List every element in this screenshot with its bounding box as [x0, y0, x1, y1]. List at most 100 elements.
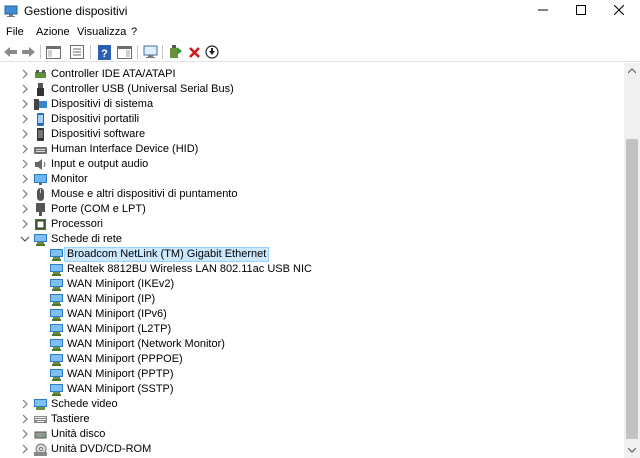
- tree-category-ide[interactable]: Controller IDE ATA/ATAPI: [0, 67, 620, 82]
- network-adapter-item[interactable]: WAN Miniport (Network Monitor): [0, 337, 620, 352]
- portable-device-icon: [34, 113, 47, 126]
- tree-category-label: Mouse e altri dispositivi di puntamento: [51, 188, 238, 200]
- speaker-icon: [34, 158, 47, 171]
- chevron-down-icon[interactable]: [20, 234, 30, 244]
- tree-category-keyboards[interactable]: Tastiere: [0, 412, 620, 427]
- mouse-icon: [34, 188, 47, 201]
- help-icon[interactable]: ?: [96, 44, 112, 60]
- enable-device-icon[interactable]: [168, 44, 184, 60]
- network-adapter-item[interactable]: WAN Miniport (PPTP): [0, 367, 620, 382]
- chevron-right-icon[interactable]: [20, 429, 30, 439]
- display-adapter-icon: [34, 398, 47, 411]
- chevron-right-icon[interactable]: [20, 174, 30, 184]
- network-adapter-item[interactable]: WAN Miniport (PPPOE): [0, 352, 620, 367]
- chevron-right-icon[interactable]: [20, 159, 30, 169]
- tree-category-portable-devices[interactable]: Dispositivi portatili: [0, 112, 620, 127]
- software-device-icon: [34, 128, 47, 141]
- tree-category-dvd-drives[interactable]: Unità DVD/CD-ROM: [0, 442, 620, 457]
- network-adapter-icon: [50, 353, 63, 366]
- chevron-up-icon: [627, 65, 637, 77]
- tree-category-label: Unità disco: [51, 428, 106, 440]
- tree-category-display-adapters[interactable]: Schede video: [0, 397, 620, 412]
- chevron-right-icon[interactable]: [20, 444, 30, 454]
- chevron-right-icon[interactable]: [20, 189, 30, 199]
- chevron-right-icon[interactable]: [20, 204, 30, 214]
- chevron-right-icon[interactable]: [20, 414, 30, 424]
- tree-category-audio[interactable]: Input e output audio: [0, 157, 620, 172]
- chevron-right-icon[interactable]: [20, 144, 30, 154]
- menu-file[interactable]: File: [6, 26, 24, 38]
- chevron-right-icon[interactable]: [20, 399, 30, 409]
- tree-category-label: Porte (COM e LPT): [51, 203, 146, 215]
- scroll-down-button[interactable]: [624, 442, 640, 458]
- monitor-icon: [34, 173, 47, 186]
- tree-category-processors[interactable]: Processori: [0, 217, 620, 232]
- network-adapter-label: WAN Miniport (IPv6): [67, 308, 167, 320]
- tree-category-system-devices[interactable]: Dispositivi di sistema: [0, 97, 620, 112]
- title-bar[interactable]: Gestione dispositivi: [0, 0, 640, 22]
- network-adapter-icon: [50, 308, 63, 321]
- tree-category-label: Dispositivi portatili: [51, 113, 140, 125]
- network-adapter-item[interactable]: WAN Miniport (L2TP): [0, 322, 620, 337]
- tree-category-label: Human Interface Device (HID): [51, 143, 199, 155]
- tree-category-monitor[interactable]: Monitor: [0, 172, 620, 187]
- menu-bar: File Azione Visualizza ?: [0, 24, 640, 42]
- port-icon: [34, 203, 47, 216]
- ide-controller-icon: [34, 68, 47, 81]
- tree-category-label: Processori: [51, 218, 103, 230]
- close-icon: [613, 4, 625, 18]
- network-adapter-label: Realtek 8812BU Wireless LAN 802.11ac USB…: [67, 263, 312, 275]
- close-button[interactable]: [596, 0, 640, 22]
- tree-category-label: Controller USB (Universal Serial Bus): [51, 83, 234, 95]
- scroll-thumb[interactable]: [626, 139, 638, 439]
- network-adapter-item[interactable]: WAN Miniport (IP): [0, 292, 620, 307]
- show-hide-console-tree-icon[interactable]: [45, 44, 61, 60]
- tree-category-ports[interactable]: Porte (COM e LPT): [0, 202, 620, 217]
- processor-icon: [34, 218, 47, 231]
- scroll-up-button[interactable]: [624, 63, 640, 79]
- menu-help[interactable]: ?: [131, 26, 137, 38]
- chevron-right-icon[interactable]: [20, 69, 30, 79]
- tree-category-label: Monitor: [51, 173, 88, 185]
- scan-hardware-icon[interactable]: [142, 44, 158, 60]
- chevron-right-icon[interactable]: [20, 114, 30, 124]
- tree-category-mouse[interactable]: Mouse e altri dispositivi di puntamento: [0, 187, 620, 202]
- chevron-right-icon[interactable]: [20, 129, 30, 139]
- toolbar-separator: [90, 45, 91, 59]
- tree-category-disk-drives[interactable]: Unità disco: [0, 427, 620, 442]
- tree-category-label: Dispositivi software: [51, 128, 146, 140]
- network-adapter-icon: [50, 278, 63, 291]
- uninstall-device-icon[interactable]: [186, 44, 202, 60]
- menu-azione[interactable]: Azione: [36, 26, 70, 38]
- network-adapter-item-broadcom[interactable]: Broadcom NetLink (TM) Gigabit Ethernet: [0, 247, 620, 262]
- network-adapter-icon: [50, 248, 63, 261]
- back-arrow-icon[interactable]: [3, 44, 19, 60]
- toolbar-separator: [40, 45, 41, 59]
- action-pane-icon[interactable]: [116, 44, 132, 60]
- chevron-right-icon[interactable]: [20, 219, 30, 229]
- hid-icon: [34, 143, 47, 156]
- device-tree[interactable]: Controller IDE ATA/ATAPI Controller USB …: [0, 63, 624, 458]
- network-adapter-label: WAN Miniport (PPTP): [67, 368, 174, 380]
- tree-category-network-adapters[interactable]: Schede di rete: [0, 232, 620, 247]
- tree-category-usb[interactable]: Controller USB (Universal Serial Bus): [0, 82, 620, 97]
- tree-category-hid[interactable]: Human Interface Device (HID): [0, 142, 620, 157]
- network-adapter-label: WAN Miniport (L2TP): [67, 323, 172, 335]
- tree-category-label: Schede di rete: [51, 233, 122, 245]
- vertical-scrollbar[interactable]: [624, 63, 640, 458]
- network-adapter-item[interactable]: WAN Miniport (IKEv2): [0, 277, 620, 292]
- network-adapter-item[interactable]: WAN Miniport (SSTP): [0, 382, 620, 397]
- network-adapter-item[interactable]: WAN Miniport (IPv6): [0, 307, 620, 322]
- update-driver-icon[interactable]: [204, 44, 220, 60]
- properties-icon[interactable]: [69, 44, 85, 60]
- network-adapter-item[interactable]: Realtek 8812BU Wireless LAN 802.11ac USB…: [0, 262, 620, 277]
- menu-visualizza[interactable]: Visualizza: [77, 26, 126, 38]
- tree-category-software-devices[interactable]: Dispositivi software: [0, 127, 620, 142]
- dvd-drive-icon: [34, 443, 47, 456]
- chevron-right-icon[interactable]: [20, 84, 30, 94]
- chevron-right-icon[interactable]: [20, 99, 30, 109]
- tree-category-label: Unità DVD/CD-ROM: [51, 443, 152, 455]
- forward-arrow-icon[interactable]: [20, 44, 36, 60]
- tree-category-label: Dispositivi di sistema: [51, 98, 154, 110]
- system-devices-icon: [34, 98, 47, 111]
